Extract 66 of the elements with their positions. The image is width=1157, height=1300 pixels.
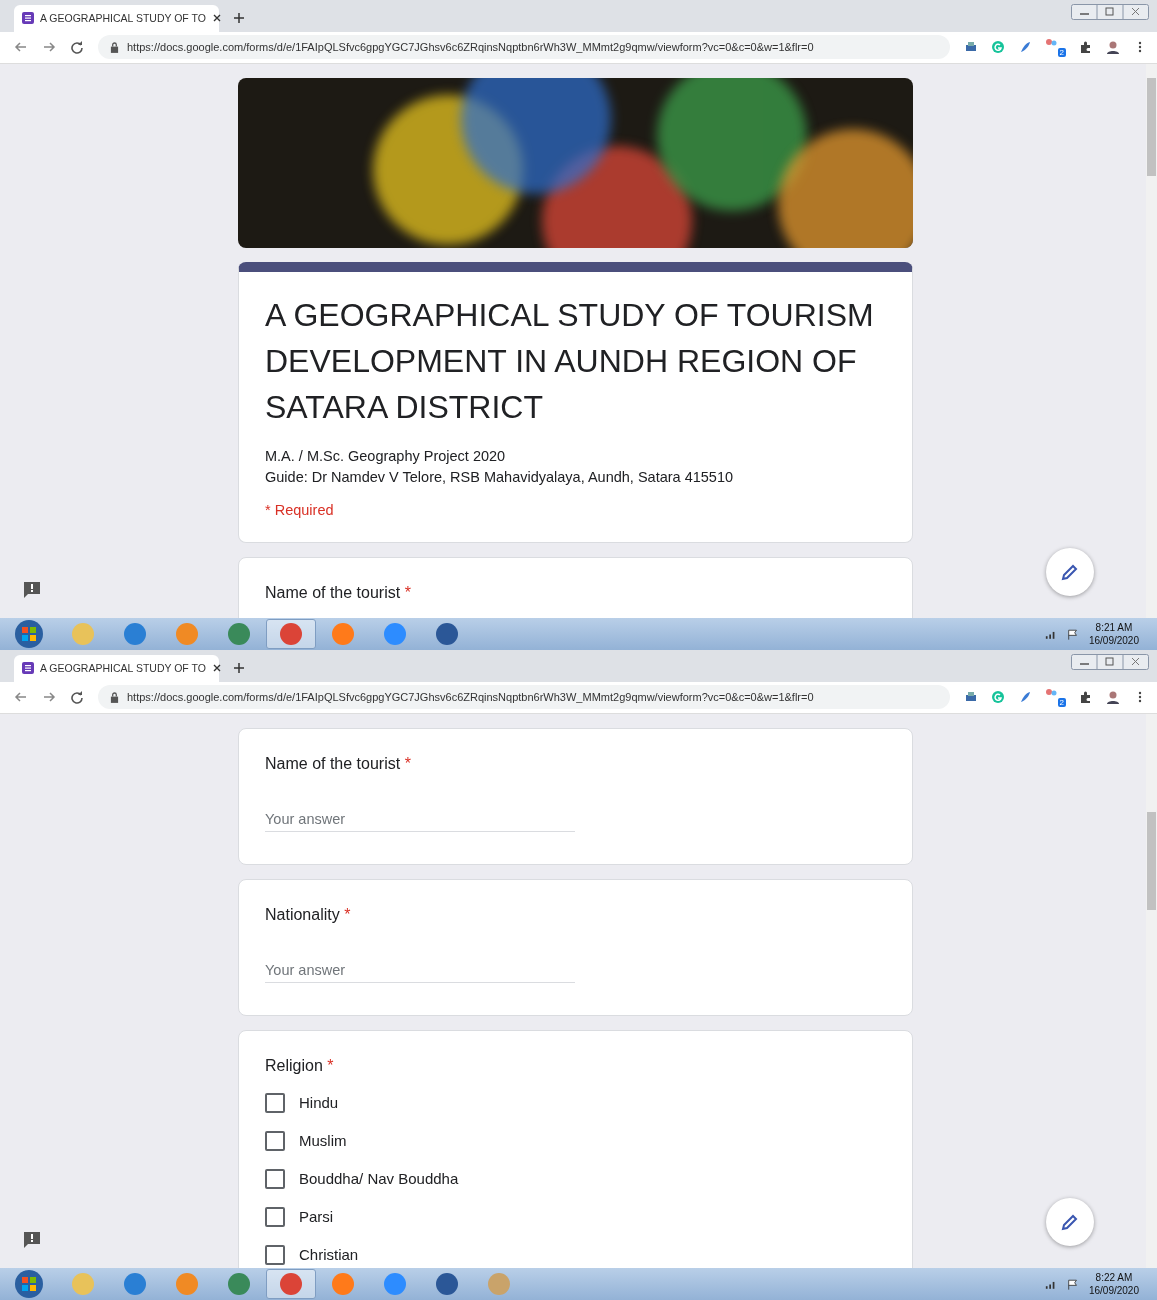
puzzle-icon[interactable] — [1079, 40, 1093, 55]
clock-time: 8:21 AM — [1095, 621, 1133, 634]
scrollbar-thumb[interactable] — [1147, 77, 1156, 176]
required-mark: * — [404, 754, 411, 772]
avatar-icon[interactable] — [1106, 40, 1120, 55]
checkbox[interactable] — [265, 1244, 285, 1265]
taskbar-app[interactable] — [266, 1269, 316, 1299]
window-controls-icon[interactable] — [1071, 654, 1149, 670]
reload-icon[interactable] — [70, 40, 84, 55]
checkbox[interactable] — [265, 1206, 285, 1227]
required-mark: * — [327, 1056, 334, 1074]
window-controls-icon[interactable] — [1071, 4, 1149, 20]
address-bar[interactable]: https://docs.google.com/forms/d/e/1FAIpQLSfvc6gpgYGC7JGhsv6c6ZRqinsNqptbn6rWh3W_MMmt2g9qmw/viewform?vc=0&c=0&w=1&flr=0 — [98, 685, 950, 710]
feather-icon[interactable] — [1018, 40, 1032, 55]
new-tab-icon[interactable] — [233, 661, 245, 674]
pencil-icon — [1060, 1212, 1080, 1233]
form-icon — [22, 12, 34, 25]
required-mark: * — [344, 905, 351, 923]
start-button[interactable] — [14, 1269, 44, 1299]
taskbar-app[interactable] — [266, 619, 316, 649]
flag-icon[interactable] — [1066, 1278, 1079, 1290]
question-title: Name of the tourist — [265, 583, 401, 601]
required-note: * Required — [265, 501, 335, 518]
option-label: Hindu — [299, 1094, 339, 1112]
edit-button[interactable] — [1046, 548, 1094, 597]
checkbox[interactable] — [265, 1168, 285, 1189]
clock-date: 16/09/2020 — [1088, 1284, 1139, 1297]
tab-title: A GEOGRAPHICAL STUDY OF TO — [40, 662, 206, 675]
address-bar[interactable]: https://docs.google.com/forms/d/e/1FAIpQLSfvc6gpgYGC7JGhsv6c6ZRqinsNqptbn6rWh3W_MMmt2g9qmw/viewform?vc=0&c=0&w=1&flr=0 — [98, 35, 950, 60]
clock-date: 16/09/2020 — [1088, 634, 1139, 647]
close-icon[interactable] — [211, 663, 222, 674]
avatar-icon[interactable] — [1106, 690, 1120, 705]
pencil-icon — [1060, 562, 1080, 583]
required-mark: * — [404, 583, 411, 601]
feedback-icon[interactable] — [22, 1230, 42, 1251]
edit-button[interactable] — [1046, 1198, 1094, 1247]
form-description: Guide: Dr Namdev V Telore, RSB Mahavidyalaya, Aundh, Satara 415510 — [265, 467, 735, 487]
clock-time: 8:22 AM — [1095, 1271, 1133, 1284]
form-icon — [22, 662, 34, 675]
checkbox[interactable] — [265, 1092, 285, 1113]
puzzle-icon[interactable] — [1079, 690, 1093, 705]
tab-title: A GEOGRAPHICAL STUDY OF TO — [40, 12, 206, 25]
start-button[interactable] — [14, 619, 44, 649]
feather-icon[interactable] — [1018, 690, 1032, 705]
lock-icon — [110, 41, 119, 53]
scrollbar-thumb[interactable] — [1147, 811, 1156, 910]
flag-icon[interactable] — [1066, 628, 1079, 640]
question-title: Nationality — [265, 905, 340, 923]
browser-tab[interactable]: A GEOGRAPHICAL STUDY OF TO — [14, 654, 219, 682]
new-tab-icon[interactable] — [233, 11, 245, 24]
question-title: Name of the tourist — [265, 754, 401, 772]
option-label: Muslim — [299, 1132, 347, 1150]
feedback-icon[interactable] — [22, 580, 42, 601]
checkbox[interactable] — [265, 1130, 285, 1151]
reload-icon[interactable] — [70, 690, 84, 705]
option-label: Bouddha/ Nav Bouddha — [299, 1170, 459, 1188]
extension-button[interactable]: 2 — [1045, 687, 1066, 708]
extension-button[interactable]: 2 — [1045, 37, 1066, 58]
form-description: M.A. / M.Sc. Geography Project 2020 — [265, 446, 507, 466]
browser-tab[interactable]: A GEOGRAPHICAL STUDY OF TO — [14, 4, 219, 32]
close-icon[interactable] — [211, 13, 222, 24]
option-label: Parsi — [299, 1208, 334, 1226]
option-label: Christian — [299, 1246, 359, 1264]
lock-icon — [110, 691, 119, 703]
form-title: A GEOGRAPHICAL STUDY OF TOURISM DEVELOPMENT IN AUNDH REGION OF SATARA DISTRICT — [265, 295, 875, 427]
question-title: Religion — [265, 1056, 323, 1074]
